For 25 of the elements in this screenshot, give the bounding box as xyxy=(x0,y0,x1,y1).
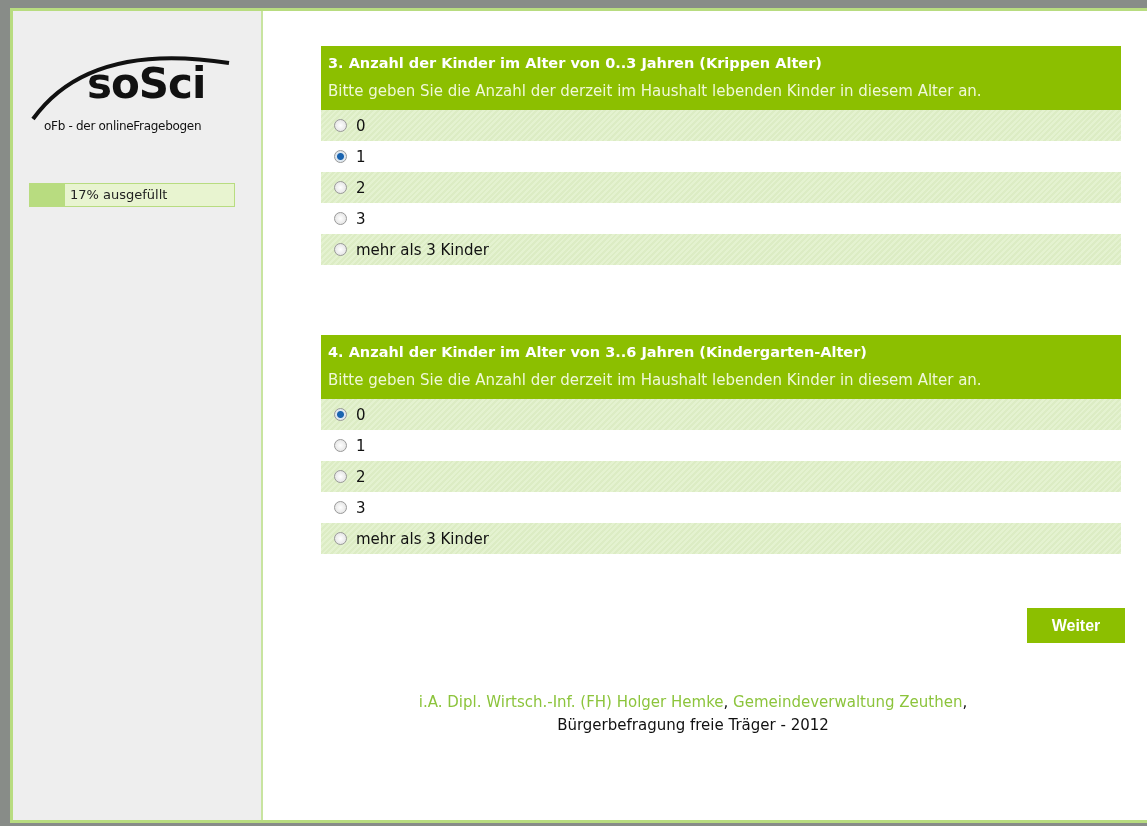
radio-button[interactable] xyxy=(334,150,347,163)
logo-text: soSci xyxy=(87,61,206,107)
question-instruction: Bitte geben Sie die Anzahl der derzeit im Haushalt lebenden Kinder in diesem Alter an. xyxy=(328,370,983,391)
radio-button[interactable] xyxy=(334,501,347,514)
radio-button[interactable] xyxy=(334,532,347,545)
radio-button[interactable] xyxy=(334,119,347,132)
radio-button[interactable] xyxy=(334,243,347,256)
radio-button[interactable] xyxy=(334,181,347,194)
question-title: 3. Anzahl der Kinder im Alter von 0..3 Jahren (Krippen Alter) xyxy=(328,54,823,73)
radio-button[interactable] xyxy=(334,470,347,483)
answer-option[interactable]: mehr als 3 Kinder xyxy=(321,523,1121,554)
radio-button[interactable] xyxy=(334,212,347,225)
footer-project: Bürgerbefragung freie Träger - 2012 xyxy=(556,715,830,736)
radio-button[interactable] xyxy=(334,408,347,421)
radio-button[interactable] xyxy=(334,439,347,452)
logo-tagline: oFb - der onlineFragebogen xyxy=(44,119,202,133)
answer-option[interactable]: mehr als 3 Kinder xyxy=(321,234,1121,265)
question-title: 4. Anzahl der Kinder im Alter von 3..6 Jahren (Kindergarten-Alter) xyxy=(328,343,868,362)
answer-option[interactable]: 0 xyxy=(321,399,1121,430)
question-instruction: Bitte geben Sie die Anzahl der derzeit im Haushalt lebenden Kinder in diesem Alter an. xyxy=(328,81,983,102)
answer-option[interactable]: 2 xyxy=(321,172,1121,203)
answer-option[interactable]: 0 xyxy=(321,110,1121,141)
footer-credit: i.A. Dipl. Wirtsch.-Inf. (FH) Holger Hemke, Gemeindeverwaltung Zeuthen, xyxy=(417,692,969,713)
progress-label: 17% ausgefüllt xyxy=(70,187,168,202)
answer-option[interactable]: 2 xyxy=(321,461,1121,492)
